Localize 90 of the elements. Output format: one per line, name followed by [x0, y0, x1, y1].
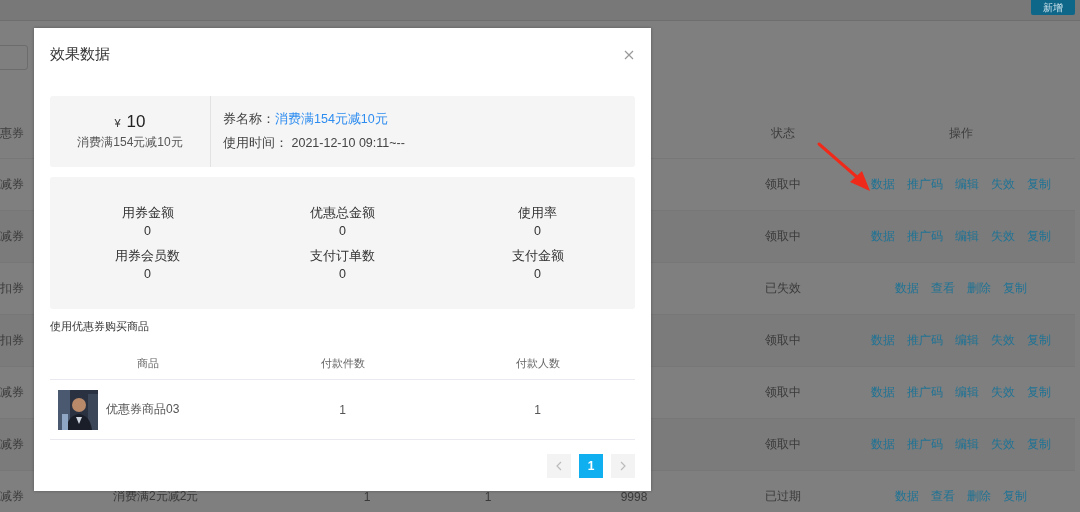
status-text: 领取中 [764, 384, 802, 401]
page-button[interactable]: 1 [579, 454, 603, 478]
table-cell-text: 扣券 [0, 280, 25, 297]
action-link[interactable]: 数据 [870, 384, 895, 401]
coupon-amount: 10 [126, 112, 146, 132]
prev-page-button[interactable] [547, 454, 571, 478]
action-link[interactable]: 复制 [1026, 384, 1051, 401]
pointer-arrow [817, 142, 870, 191]
table-cell-text: 9998 [619, 489, 649, 504]
status-text: 已失效 [764, 280, 802, 297]
action-link[interactable]: 推广码 [906, 228, 943, 245]
stat-label: 用券金额 [121, 205, 174, 222]
action-link[interactable]: 推广码 [906, 176, 943, 193]
action-link[interactable]: 复制 [1026, 176, 1051, 193]
section-title: 使用优惠券购买商品 [50, 319, 150, 334]
table-cell-text: 扣券 [0, 332, 25, 349]
column-header: 付款件数 [319, 355, 366, 371]
action-link[interactable]: 复制 [1002, 488, 1027, 505]
product-name: 优惠券商品03 [106, 401, 180, 418]
action-link[interactable]: 数据 [894, 488, 919, 505]
stat-value: 0 [534, 267, 541, 281]
table-cell-text: 1 [483, 489, 493, 504]
status-text: 领取中 [764, 332, 802, 349]
action-link[interactable]: 编辑 [954, 436, 979, 453]
column-header: 付款人数 [514, 355, 561, 371]
table-cell-text: 减券 [0, 176, 25, 193]
stat-value: 0 [534, 224, 541, 238]
action-link[interactable]: 数据 [894, 280, 919, 297]
action-link[interactable]: 编辑 [954, 228, 979, 245]
action-link[interactable]: 推广码 [906, 332, 943, 349]
usage-time: 2021-12-10 09:11~-- [291, 136, 405, 150]
action-link[interactable]: 复制 [1026, 436, 1051, 453]
chevron-left-icon [556, 461, 562, 471]
status-text: 领取中 [764, 436, 802, 453]
status-text: 已过期 [764, 488, 802, 505]
action-link[interactable]: 编辑 [954, 384, 979, 401]
status-text: 领取中 [764, 176, 802, 193]
action-link[interactable]: 推广码 [906, 436, 943, 453]
action-link[interactable]: 查看 [930, 280, 955, 297]
column-header: 操作 [947, 124, 974, 142]
action-link[interactable]: 数据 [870, 228, 895, 245]
table-cell-text: 减券 [0, 384, 25, 401]
field-label: 使用时间： [223, 136, 288, 150]
action-link[interactable]: 编辑 [954, 332, 979, 349]
stat-value: 0 [339, 267, 346, 281]
stat-value: 0 [339, 224, 346, 238]
table-cell-text: 减券 [0, 228, 25, 245]
table-cell-text: 1 [533, 402, 542, 417]
action-link[interactable]: 失效 [990, 436, 1015, 453]
table-cell-text: 减券 [0, 488, 25, 505]
action-link[interactable]: 失效 [990, 228, 1015, 245]
table-cell-text: 1 [362, 489, 372, 504]
action-link[interactable]: 删除 [966, 280, 991, 297]
stat-value: 0 [144, 267, 151, 281]
column-header: 商品 [135, 355, 160, 371]
action-link[interactable]: 失效 [990, 384, 1015, 401]
close-icon [624, 50, 634, 60]
add-button[interactable]: 新增 [1031, 0, 1075, 15]
dialog-title: 效果数据 [50, 44, 110, 64]
status-text: 领取中 [764, 228, 802, 245]
column-header: 惠券 [0, 124, 25, 142]
close-button[interactable] [623, 48, 635, 60]
action-link[interactable]: 数据 [870, 332, 895, 349]
table-cell-text: 减券 [0, 436, 25, 453]
currency-symbol: ¥ [114, 117, 121, 129]
coupon-name-link[interactable]: 消费满154元减10元 [275, 112, 388, 126]
action-link[interactable]: 失效 [990, 332, 1015, 349]
field-label: 券名称： [223, 112, 275, 126]
column-header: 状态 [770, 124, 796, 142]
action-link[interactable]: 失效 [990, 176, 1015, 193]
chevron-right-icon [620, 461, 626, 471]
stat-label: 支付金额 [511, 248, 564, 265]
action-link[interactable]: 编辑 [954, 176, 979, 193]
action-link[interactable]: 数据 [870, 436, 895, 453]
action-link[interactable]: 查看 [930, 488, 955, 505]
action-link[interactable]: 删除 [966, 488, 991, 505]
stat-label: 使用率 [518, 205, 557, 222]
action-link[interactable]: 复制 [1026, 332, 1051, 349]
action-link[interactable]: 复制 [1002, 280, 1027, 297]
stat-label: 用券会员数 [115, 248, 180, 265]
action-link[interactable]: 推广码 [906, 384, 943, 401]
table-cell-text: 消费满2元减2元 [112, 488, 200, 505]
action-link[interactable]: 数据 [870, 176, 895, 193]
stat-label: 优惠总金额 [310, 205, 375, 222]
next-page-button[interactable] [611, 454, 635, 478]
stat-value: 0 [144, 224, 151, 238]
coupon-condition: 消费满154元减10元 [77, 134, 183, 151]
stat-label: 支付订单数 [310, 248, 375, 265]
action-link[interactable]: 复制 [1026, 228, 1051, 245]
table-cell-text: 1 [338, 402, 347, 417]
